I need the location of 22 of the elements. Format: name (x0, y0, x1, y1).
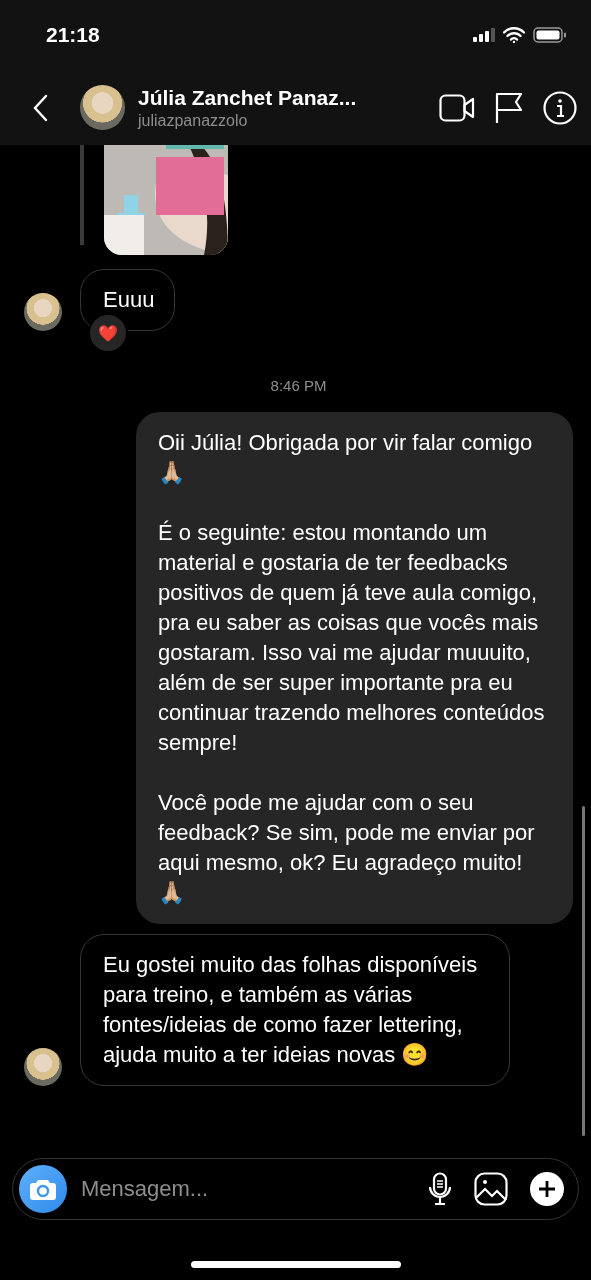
avatar[interactable] (80, 85, 125, 130)
sent-message: Oii Júlia! Obrigada por vir falar comigo 🙏🏼 É o seguinte: estou montando um material e gostaria de ter feedbacks positivos de quem já teve aula comigo, pra eu saber as coisas que vocês mais gostaram. Isso vai me ajudar muuuito, além de ser super importante pra eu continuar trazendo melhores conteúdos sempre! Você pode me ajudar com o seu feedback? Se sim, pode me enviar por aqui mesmo, ok? Eu agradeço muito! 🙏🏼 (136, 412, 573, 924)
camera-icon (30, 1178, 56, 1200)
plus-icon[interactable] (530, 1172, 564, 1206)
signal-icon (473, 28, 495, 42)
received-message: Eu gostei muito das folhas disponíveis para treino, e também as várias fontes/ideias de como fazer lettering, ajuda muito a ter ideias novas 😊 (80, 934, 510, 1086)
gallery-icon[interactable] (474, 1172, 508, 1206)
microphone-icon[interactable] (428, 1172, 452, 1206)
message-field[interactable]: Mensagem... (79, 1175, 406, 1203)
avatar (24, 1048, 62, 1086)
contact-name[interactable]: Júlia Zanchet Panaz... (138, 85, 419, 110)
battery-icon (533, 27, 567, 43)
flag-icon[interactable] (495, 91, 523, 124)
status-time: 21:18 (46, 23, 100, 47)
wifi-icon (503, 27, 525, 43)
back-icon[interactable] (32, 93, 48, 122)
video-call-icon[interactable] (439, 93, 475, 122)
message-timestamp: 8:46 PM (270, 377, 327, 394)
contact-username: juliazpanazzolo (138, 111, 249, 130)
info-icon[interactable] (543, 90, 577, 125)
camera-button[interactable] (19, 1165, 67, 1213)
avatar (24, 293, 62, 331)
